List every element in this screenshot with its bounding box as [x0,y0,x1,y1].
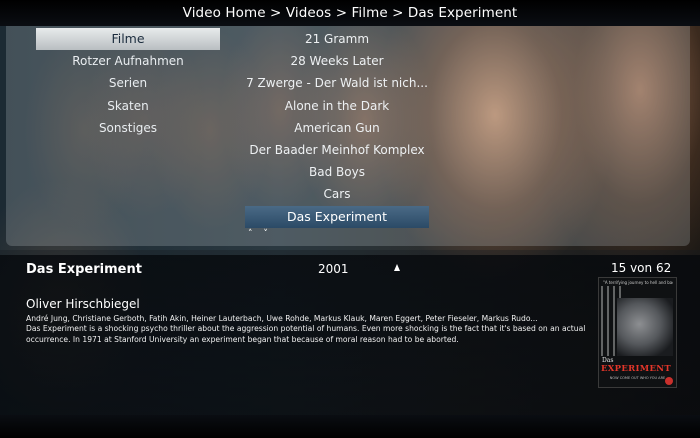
item-position-counter: 15 von 62 [611,261,672,275]
movie-list: 21 Gramm 28 Weeks Later 7 Zwerge - Der W… [245,28,429,228]
list-item[interactable]: Alone in the Dark [245,95,429,117]
category-item-rotzer-aufnahmen[interactable]: Rotzer Aufnahmen [36,50,220,72]
list-item[interactable]: 21 Gramm [245,28,429,50]
list-item[interactable]: Der Baader Meinhof Komplex [245,139,429,161]
category-item-skaten[interactable]: Skaten [36,95,220,117]
poster-face-image [617,298,673,356]
poster-das-label: Das [602,357,614,364]
mouse-cursor-icon [394,264,400,271]
movie-director: Oliver Hirschbiegel [26,297,140,311]
category-menu: Filme Rotzer Aufnahmen Serien Skaten Son… [36,28,220,139]
rating-badge-icon [665,377,673,385]
scroll-arrows-icon[interactable]: ˄ ˅ [248,229,278,241]
list-item[interactable]: 28 Weeks Later [245,50,429,72]
footer-bar [0,415,700,438]
header-bar: Video Home > Videos > Filme > Das Experi… [0,0,700,26]
movie-year: 2001 [318,262,349,276]
category-item-serien[interactable]: Serien [36,72,220,94]
list-item[interactable]: Cars [245,183,429,205]
list-item[interactable]: American Gun [245,117,429,139]
movie-plot: Das Experiment is a shocking psycho thri… [26,324,586,344]
list-item[interactable]: Bad Boys [245,161,429,183]
list-item[interactable]: 7 Zwerge - Der Wald ist nich... [245,72,429,94]
movie-title: Das Experiment [26,262,142,277]
category-item-sonstiges[interactable]: Sonstiges [36,117,220,139]
list-item-focused[interactable]: Das Experiment [245,205,429,228]
movie-cast: André Jung, Christiane Gerboth, Fatih Ak… [26,314,538,323]
breadcrumb: Video Home > Videos > Filme > Das Experi… [182,5,518,21]
movie-poster[interactable]: "A terrifying journey to hell and back" … [598,277,677,388]
poster-title: EXPERIMENT [601,364,671,374]
poster-credits: NOW COME OUT WHO YOU ARE [609,376,666,380]
category-item-filme[interactable]: Filme [36,28,220,51]
